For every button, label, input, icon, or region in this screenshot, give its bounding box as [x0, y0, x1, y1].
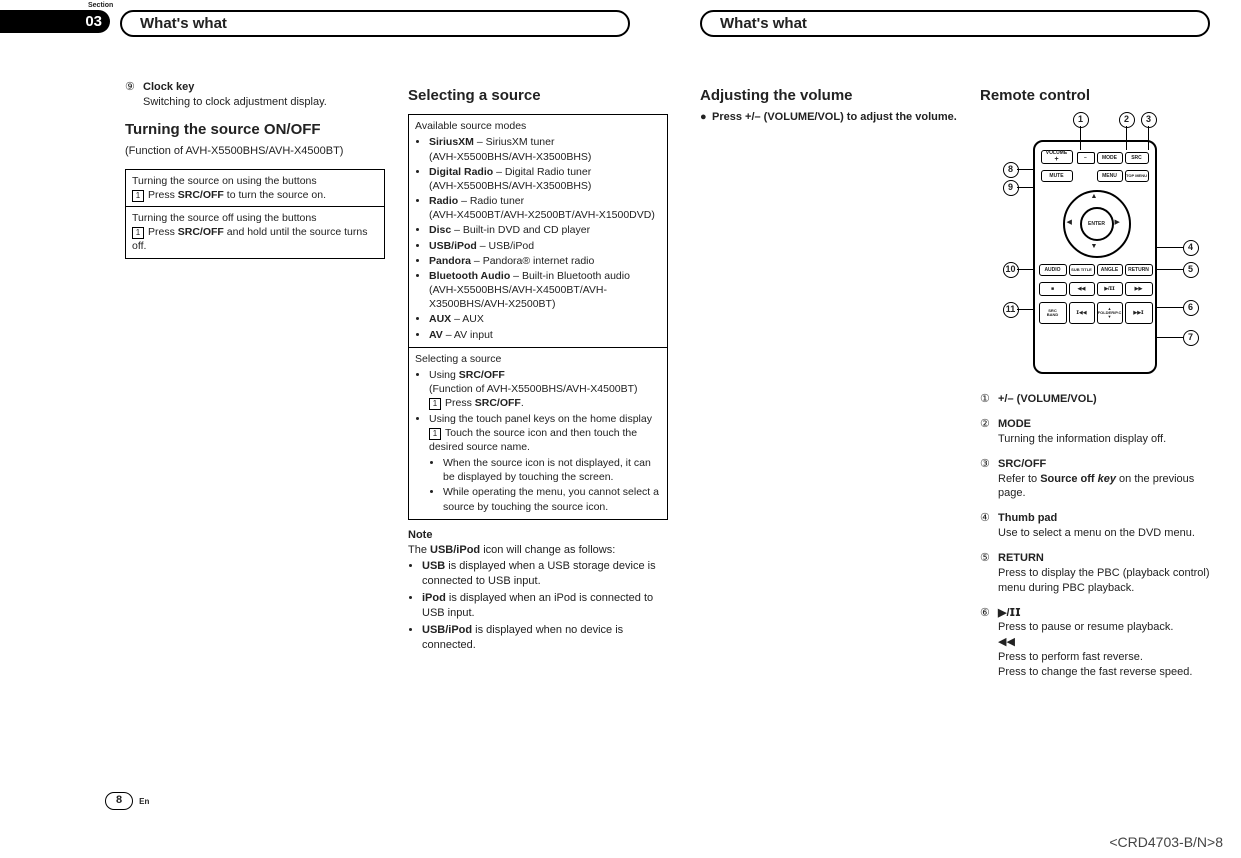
source-list: SiriusXM – SiriusXM tuner(AVH-X5500BHS/A…	[415, 135, 661, 341]
remote-item-3: ③ SRC/OFF Refer to Source off key on the…	[980, 457, 1215, 502]
heading-turning-source: Turning the source ON/OFF	[125, 120, 385, 140]
remote-item-6: ⑥ ▶/𝗜𝗜 Press to pause or resume playback…	[980, 606, 1215, 680]
column-4: Remote control VOLUME+ − MODE SRC MUTE M…	[980, 80, 1215, 690]
callout-3: 3	[1141, 112, 1157, 128]
clock-key-desc: Switching to clock adjustment display.	[143, 95, 385, 110]
box-row-selecting: Selecting a source Using SRC/OFF (Functi…	[409, 348, 667, 519]
note-heading: Note	[408, 528, 668, 543]
callout-10: 10	[1003, 262, 1019, 278]
callout-7: 7	[1183, 330, 1199, 346]
heading-remote-control: Remote control	[980, 86, 1215, 106]
callout-11: 11	[1003, 302, 1019, 318]
callout-6: 6	[1183, 300, 1199, 316]
note-list: USB is displayed when a USB storage devi…	[408, 559, 668, 652]
source-off-title: Turning the source off using the buttons	[132, 211, 378, 225]
box-row-source-off: Turning the source off using the buttons…	[126, 207, 384, 258]
note-intro: The USB/iPod icon will change as follows…	[408, 543, 668, 558]
column-3: Adjusting the volume ●Press +/– (VOLUME/…	[700, 80, 960, 125]
step-number-1: 1	[132, 190, 144, 202]
section-number-badge: 03	[0, 10, 110, 33]
remote-diagram: VOLUME+ − MODE SRC MUTE MENU TOP MENU EN…	[993, 110, 1203, 380]
column-2: Selecting a source Available source mode…	[408, 80, 668, 654]
box-row-available: Available source modes SiriusXM – Sirius…	[409, 115, 667, 348]
source-on-title: Turning the source on using the buttons	[132, 174, 378, 188]
callout-8: 8	[1003, 162, 1019, 178]
heading-selecting-source: Selecting a source	[408, 86, 668, 106]
callout-1: 1	[1073, 112, 1089, 128]
box-available-sources: Available source modes SiriusXM – Sirius…	[408, 114, 668, 519]
column-1: ⑨ Clock key Switching to clock adjustmen…	[125, 80, 385, 267]
heading-adjusting-volume: Adjusting the volume	[700, 86, 960, 106]
section-label: Section	[88, 2, 113, 9]
page-number: 8	[105, 792, 133, 810]
source-on-step: 1Press SRC/OFF to turn the source on.	[132, 188, 378, 202]
callout-4: 4	[1183, 240, 1199, 256]
callout-2: 2	[1119, 112, 1135, 128]
selecting-methods: Using SRC/OFF (Function of AVH-X5500BHS/…	[415, 368, 661, 514]
box-source-on-off: Turning the source on using the buttons …	[125, 169, 385, 259]
header-left-pill: What's what	[120, 10, 630, 37]
callout-9: 9	[1003, 180, 1019, 196]
using-touch-panel: Using the touch panel keys on the home d…	[429, 412, 661, 514]
item-number-9: ⑨	[125, 80, 139, 95]
clock-key-item: ⑨ Clock key Switching to clock adjustmen…	[125, 80, 385, 110]
using-srcoff: Using SRC/OFF (Function of AVH-X5500BHS/…	[429, 368, 661, 411]
sub-turning-source: (Function of AVH-X5500BHS/AVH-X4500BT)	[125, 144, 385, 159]
remote-item-2: ② MODE Turning the information display o…	[980, 417, 1215, 447]
step-number-1b: 1	[132, 227, 144, 239]
remote-item-1: ① +/– (VOLUME/VOL)	[980, 392, 1215, 407]
box-row-source-on: Turning the source on using the buttons …	[126, 170, 384, 207]
available-title: Available source modes	[415, 119, 661, 133]
remote-item-4: ④ Thumb pad Use to select a menu on the …	[980, 511, 1215, 541]
remote-body: VOLUME+ − MODE SRC MUTE MENU TOP MENU EN…	[1033, 140, 1157, 374]
clock-key-label: Clock key	[143, 81, 194, 93]
bullet-icon: ●	[700, 110, 712, 125]
remote-item-5: ⑤ RETURN Press to display the PBC (playb…	[980, 551, 1215, 596]
selecting-title: Selecting a source	[415, 352, 661, 366]
source-off-step: 1Press SRC/OFF and hold until the source…	[132, 225, 378, 253]
volume-instruction: ●Press +/– (VOLUME/VOL) to adjust the vo…	[700, 110, 960, 125]
header-right-pill: What's what	[700, 10, 1210, 37]
page-language: En	[139, 797, 149, 806]
footer-code: <CRD4703-B/N>8	[1109, 834, 1223, 850]
callout-5: 5	[1183, 262, 1199, 278]
footer-page: 8 En	[105, 792, 149, 810]
